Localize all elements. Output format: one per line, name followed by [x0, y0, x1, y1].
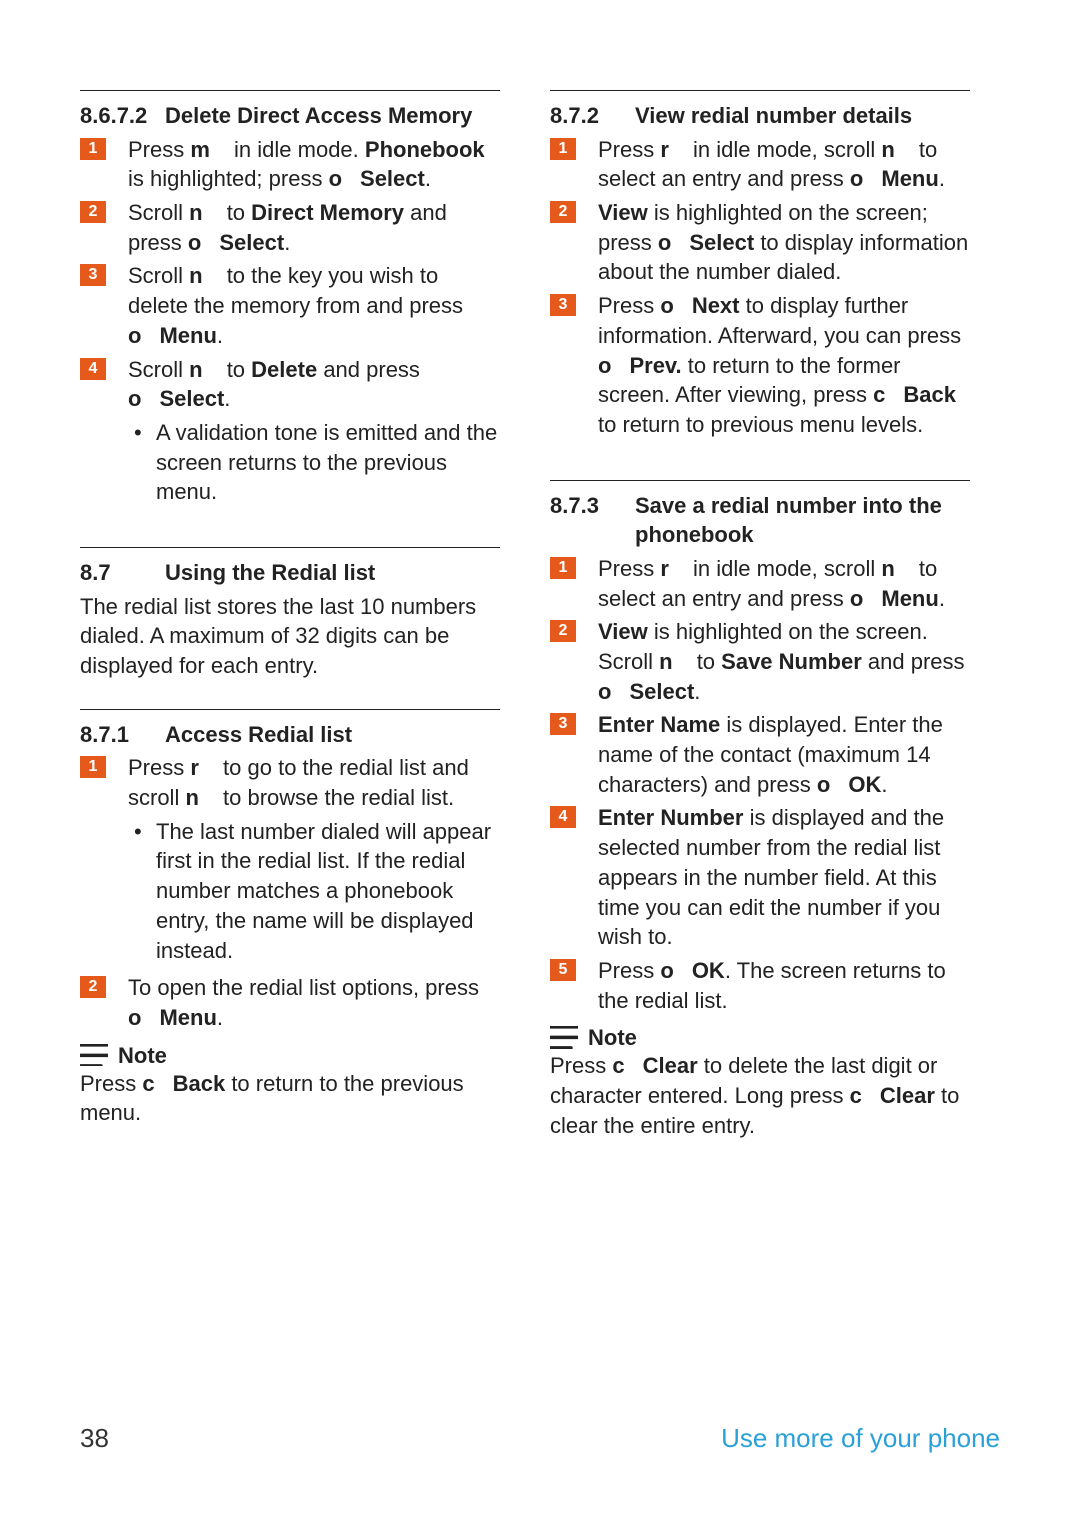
step-item: Scroll n to Delete and press oSelect. A …	[80, 355, 500, 507]
right-column: 8.7.2 View redial number details Press r…	[550, 90, 970, 1160]
section-rule	[80, 547, 500, 548]
step-list: Press m in idle mode. Phonebook is highl…	[80, 135, 500, 507]
section-heading: 8.7 Using the Redial list	[80, 558, 500, 588]
note-heading: Note	[550, 1025, 970, 1051]
step-item: Enter Name is displayed. Enter the name …	[550, 710, 970, 799]
sub-bullet: The last number dialed will appear first…	[128, 817, 500, 965]
page-footer: 38 Use more of your phone	[80, 1423, 1000, 1454]
step-item: Press r in idle mode, scroll n to select…	[550, 554, 970, 613]
section-heading: 8.7.1 Access Redial list	[80, 720, 500, 750]
step-item: Scroll n to Direct Memory and press oSel…	[80, 198, 500, 257]
section-title: View redial number details	[635, 101, 970, 131]
footer-title: Use more of your phone	[721, 1423, 1000, 1454]
section-rule	[80, 90, 500, 91]
step-item: View is highlighted on the screen; press…	[550, 198, 970, 287]
section-number: 8.7.1	[80, 720, 165, 750]
sub-bullet-list: A validation tone is emitted and the scr…	[128, 418, 500, 507]
step-item: Press oNext to display further informati…	[550, 291, 970, 439]
step-item: Enter Number is displayed and the select…	[550, 803, 970, 951]
step-item: Scroll n to the key you wish to delete t…	[80, 261, 500, 350]
section-rule	[80, 709, 500, 710]
section-number: 8.7	[80, 558, 165, 588]
note-body: Press cClear to delete the last digit or…	[550, 1051, 970, 1140]
page-number: 38	[80, 1423, 109, 1454]
section-rule	[550, 90, 970, 91]
step-list: Press r in idle mode, scroll n to select…	[550, 554, 970, 1015]
step-item: To open the redial list options, press o…	[80, 973, 500, 1032]
section-heading: 8.6.7.2 Delete Direct Access Memory	[80, 101, 500, 131]
manual-page: 8.6.7.2 Delete Direct Access Memory Pres…	[0, 0, 1080, 1530]
content-columns: 8.6.7.2 Delete Direct Access Memory Pres…	[80, 90, 1000, 1160]
section-title: Save a redial number into the phonebook	[635, 491, 970, 550]
section-number: 8.7.2	[550, 101, 635, 131]
step-list: Press r to go to the redial list and scr…	[80, 753, 500, 1032]
step-item: Press r in idle mode, scroll n to select…	[550, 135, 970, 194]
sub-bullet-list: The last number dialed will appear first…	[128, 817, 500, 965]
sub-bullet: A validation tone is emitted and the scr…	[128, 418, 500, 507]
note-heading: Note	[80, 1043, 500, 1069]
step-item: Press oOK. The screen returns to the red…	[550, 956, 970, 1015]
step-item: Press m in idle mode. Phonebook is highl…	[80, 135, 500, 194]
section-title: Delete Direct Access Memory	[165, 101, 500, 131]
section-paragraph: The redial list stores the last 10 numbe…	[80, 592, 500, 681]
section-heading: 8.7.3 Save a redial number into the phon…	[550, 491, 970, 550]
section-heading: 8.7.2 View redial number details	[550, 101, 970, 131]
section-title: Using the Redial list	[165, 558, 500, 588]
note-label: Note	[118, 1043, 167, 1069]
left-column: 8.6.7.2 Delete Direct Access Memory Pres…	[80, 90, 500, 1160]
section-rule	[550, 480, 970, 481]
step-item: Press r to go to the redial list and scr…	[80, 753, 500, 965]
note-label: Note	[588, 1025, 637, 1051]
step-list: Press r in idle mode, scroll n to select…	[550, 135, 970, 440]
step-item: View is highlighted on the screen. Scrol…	[550, 617, 970, 706]
section-number: 8.6.7.2	[80, 101, 165, 131]
section-title: Access Redial list	[165, 720, 500, 750]
section-number: 8.7.3	[550, 491, 635, 550]
note-icon	[550, 1026, 578, 1050]
note-icon	[80, 1044, 108, 1068]
note-body: Press cBack to return to the previous me…	[80, 1069, 500, 1128]
